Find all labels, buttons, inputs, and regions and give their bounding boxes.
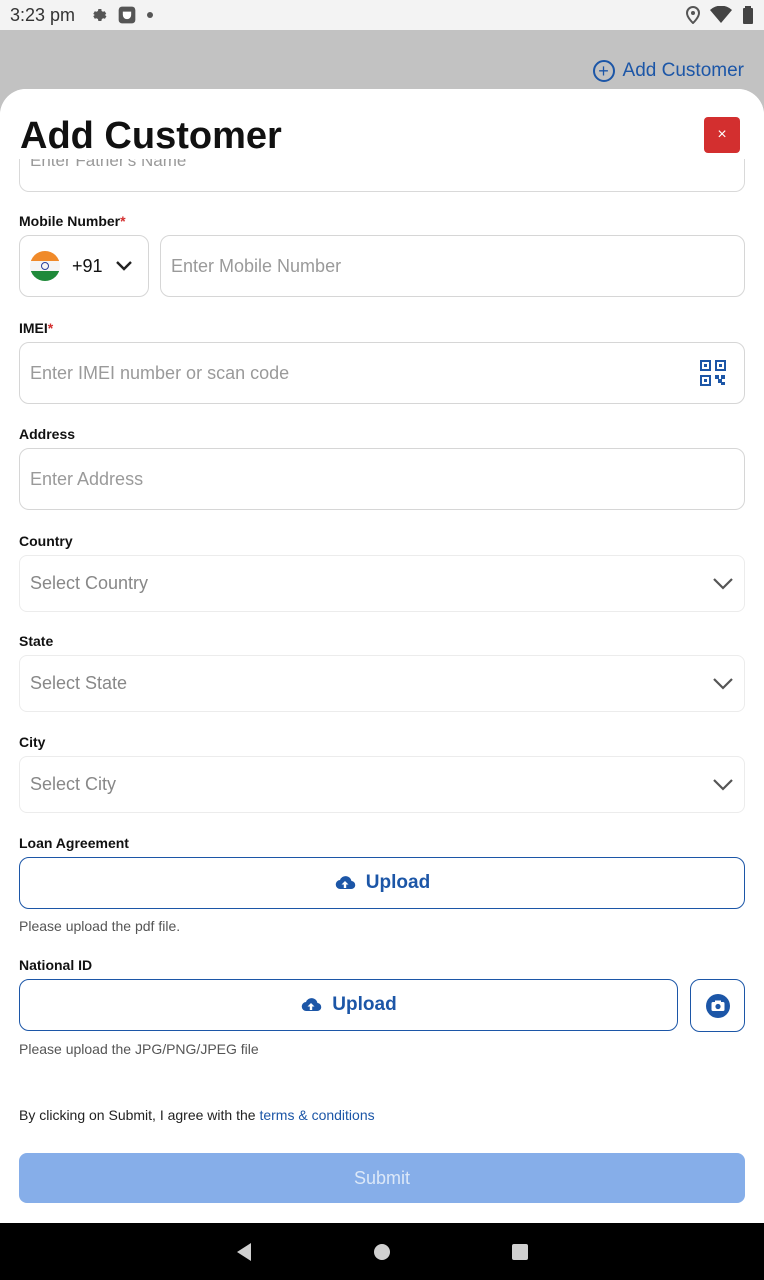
loan-agreement-label: Loan Agreement (19, 835, 129, 851)
add-customer-link[interactable]: + Add Customer (592, 60, 744, 82)
country-select[interactable]: Select Country (19, 555, 745, 612)
imei-label-text: IMEI (19, 320, 48, 336)
submit-button[interactable]: Submit (19, 1153, 745, 1203)
imei-input[interactable]: Enter IMEI number or scan code (19, 342, 745, 404)
country-label: Country (19, 533, 73, 549)
location-icon (686, 6, 700, 24)
mobile-number-input[interactable]: Enter Mobile Number (160, 235, 745, 297)
imei-label: IMEI* (19, 320, 53, 336)
status-bar: 3:23 pm (0, 0, 764, 30)
add-customer-modal: Add Customer × Enter Father's Name Mobil… (0, 89, 764, 1223)
plus-circle-icon: + (592, 60, 615, 82)
state-select[interactable]: Select State (19, 655, 745, 712)
national-id-upload-button[interactable]: Upload (19, 979, 678, 1031)
loan-agreement-upload-label: Upload (365, 872, 431, 893)
back-icon[interactable] (235, 1242, 253, 1262)
national-id-hint: Please upload the JPG/PNG/JPEG file (19, 1041, 259, 1057)
state-placeholder: Select State (30, 673, 128, 693)
shield-app-icon (118, 6, 136, 24)
loan-agreement-hint: Please upload the pdf file. (19, 918, 181, 934)
imei-placeholder: Enter IMEI number or scan code (30, 362, 290, 383)
chevron-down-icon (115, 261, 132, 271)
country-code-value: +91 (72, 255, 103, 276)
india-flag-icon (30, 251, 60, 281)
state-label: State (19, 633, 54, 649)
city-placeholder: Select City (30, 774, 117, 794)
address-input[interactable]: Enter Address (19, 448, 745, 510)
qr-scan-icon[interactable] (700, 360, 726, 386)
required-mark: * (47, 320, 54, 336)
add-customer-link-label: Add Customer (622, 60, 744, 81)
mobile-number-placeholder: Enter Mobile Number (171, 255, 342, 276)
chevron-down-icon (713, 577, 733, 590)
cloud-upload-icon (335, 876, 356, 890)
terms-prefix: By clicking on Submit, I agree with the (19, 1107, 260, 1123)
address-placeholder: Enter Address (30, 468, 144, 489)
close-button[interactable]: × (704, 117, 740, 153)
country-code-selector[interactable]: +91 (19, 235, 149, 297)
notification-dot-icon (147, 12, 154, 18)
battery-icon (743, 6, 753, 24)
national-id-upload-label: Upload (332, 994, 397, 1015)
loan-agreement-upload-button[interactable]: Upload (19, 857, 745, 909)
mobile-number-label-text: Mobile Number (19, 213, 121, 229)
terms-link[interactable]: terms & conditions (259, 1107, 374, 1123)
wifi-icon (710, 6, 732, 23)
modal-title: Add Customer (20, 115, 292, 158)
address-label: Address (19, 426, 76, 442)
national-id-label: National ID (19, 957, 93, 973)
cloud-upload-icon (302, 998, 322, 1012)
mobile-number-label: Mobile Number* (19, 213, 126, 229)
terms-text: By clicking on Submit, I agree with the … (19, 1107, 375, 1123)
status-time: 3:23 pm (10, 4, 76, 25)
close-icon: × (717, 126, 727, 143)
recents-icon[interactable] (511, 1243, 529, 1261)
home-icon[interactable] (373, 1243, 391, 1261)
system-navigation-bar (0, 1223, 764, 1280)
camera-capture-button[interactable] (690, 979, 745, 1032)
city-label: City (19, 734, 46, 750)
city-select[interactable]: Select City (19, 756, 745, 813)
chevron-down-icon (713, 778, 733, 791)
settings-icon (93, 9, 107, 21)
chevron-down-icon (713, 677, 733, 690)
required-mark: * (120, 213, 126, 229)
country-placeholder: Select Country (30, 573, 149, 593)
camera-icon (705, 993, 730, 1018)
